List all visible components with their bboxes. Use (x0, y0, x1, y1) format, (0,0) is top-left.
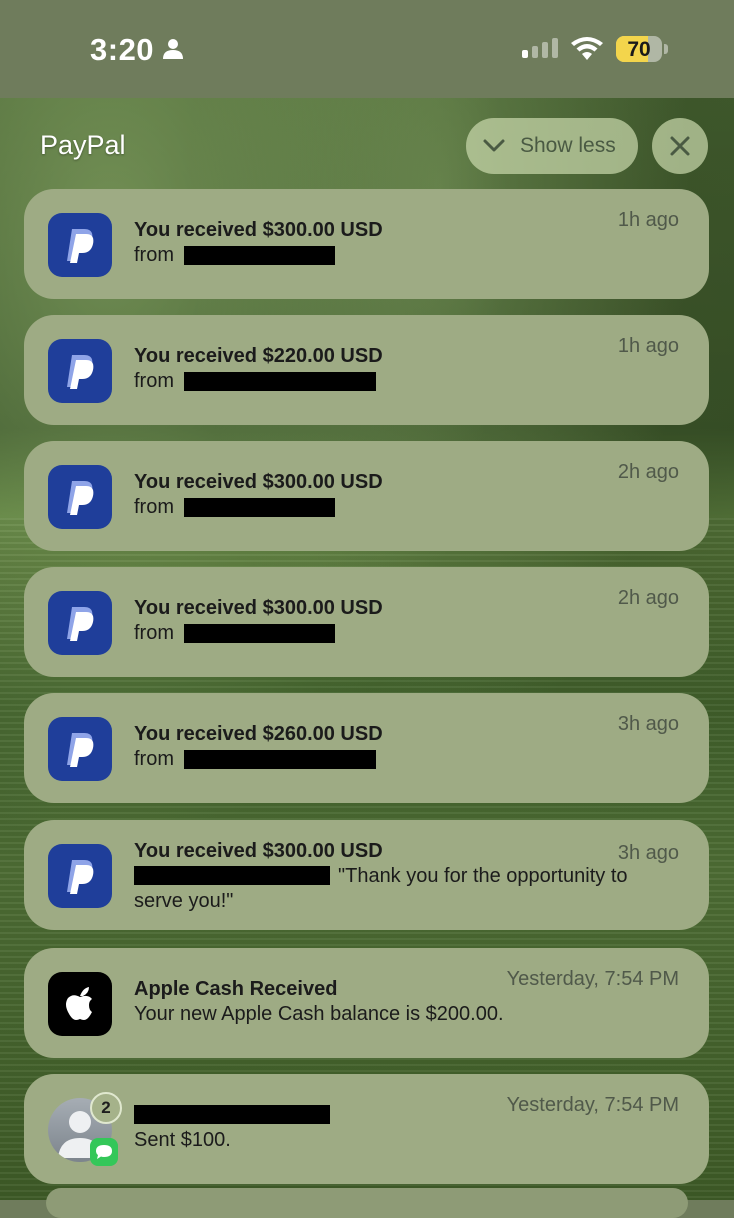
notification-time: Yesterday, 7:54 PM (506, 1094, 679, 1116)
notification-title: You received $300.00 USD (134, 219, 383, 241)
redacted-sender (184, 246, 335, 265)
notification-body-prefix: from (134, 370, 174, 392)
chevron-down-icon (483, 139, 505, 152)
close-icon (670, 136, 690, 156)
redacted-sender (184, 750, 376, 769)
notification-body-prefix: from (134, 748, 174, 770)
paypal-icon (48, 591, 112, 655)
battery-indicator: 70 (616, 36, 662, 62)
notification-body: from (134, 370, 376, 393)
notification-body-prefix: from (134, 622, 174, 644)
notification-card[interactable]: You received $220.00 USD from 1h ago (24, 315, 709, 425)
redacted-sender (184, 498, 335, 517)
notification-card[interactable]: You received $300.00 USD "Thank you for … (24, 820, 709, 930)
show-less-button[interactable]: Show less (466, 118, 638, 174)
notification-title: You received $300.00 USD (134, 471, 383, 493)
notification-time: Yesterday, 7:54 PM (506, 968, 679, 990)
notification-group-title: PayPal (40, 130, 126, 160)
notification-body: "Thank you for the opportunity to serve … (134, 864, 679, 914)
notification-title: You received $300.00 USD (134, 597, 383, 619)
redacted-sender (184, 624, 335, 643)
notification-time: 2h ago (617, 587, 679, 609)
notification-time: 2h ago (617, 461, 679, 483)
paypal-icon (48, 213, 112, 277)
notification-body: from (134, 244, 335, 267)
notification-time: 1h ago (617, 335, 679, 357)
stacked-notification-peek[interactable] (46, 1188, 688, 1218)
notification-body: from (134, 622, 335, 645)
notification-card[interactable]: 2 Sent $100. Yesterday, 7:54 PM (24, 1074, 709, 1184)
notification-time: 3h ago (617, 842, 679, 864)
messages-icon (90, 1138, 118, 1166)
paypal-icon (48, 339, 112, 403)
cellular-signal-icon (522, 38, 558, 58)
battery-cap (664, 44, 668, 54)
notification-card[interactable]: You received $300.00 USD from 2h ago (24, 567, 709, 677)
notification-card[interactable]: You received $300.00 USD from 2h ago (24, 441, 709, 551)
show-less-label: Show less (520, 134, 616, 157)
notification-body-prefix: from (134, 496, 174, 518)
redacted-sender (134, 866, 330, 885)
notification-card[interactable]: Apple Cash Received Your new Apple Cash … (24, 948, 709, 1058)
notification-title (134, 1104, 330, 1127)
person-icon (163, 39, 183, 59)
clear-group-button[interactable] (652, 118, 708, 174)
paypal-icon (48, 717, 112, 781)
message-count-badge: 2 (90, 1092, 122, 1124)
notification-title: Apple Cash Received (134, 978, 338, 1000)
notification-body: from (134, 496, 335, 519)
notification-title: You received $260.00 USD (134, 723, 383, 745)
battery-percent: 70 (627, 38, 651, 61)
notification-time: 3h ago (617, 713, 679, 735)
status-time: 3:20 (90, 32, 155, 67)
wifi-icon (571, 37, 603, 60)
apple-icon (48, 972, 112, 1036)
notification-body: from (134, 748, 376, 771)
notification-body-prefix: from (134, 244, 174, 266)
notification-card[interactable]: You received $260.00 USD from 3h ago (24, 693, 709, 803)
notification-card[interactable]: You received $300.00 USD from 1h ago (24, 189, 709, 299)
redacted-sender (184, 372, 376, 391)
status-bar: 3:20 70 (0, 0, 734, 98)
paypal-icon (48, 844, 112, 908)
notification-title: You received $300.00 USD (134, 840, 383, 862)
redacted-sender (134, 1105, 330, 1124)
notification-title: You received $220.00 USD (134, 345, 383, 367)
notification-body: Your new Apple Cash balance is $200.00. (134, 1003, 504, 1025)
notification-time: 1h ago (617, 209, 679, 231)
paypal-icon (48, 465, 112, 529)
notification-body: Sent $100. (134, 1129, 231, 1151)
